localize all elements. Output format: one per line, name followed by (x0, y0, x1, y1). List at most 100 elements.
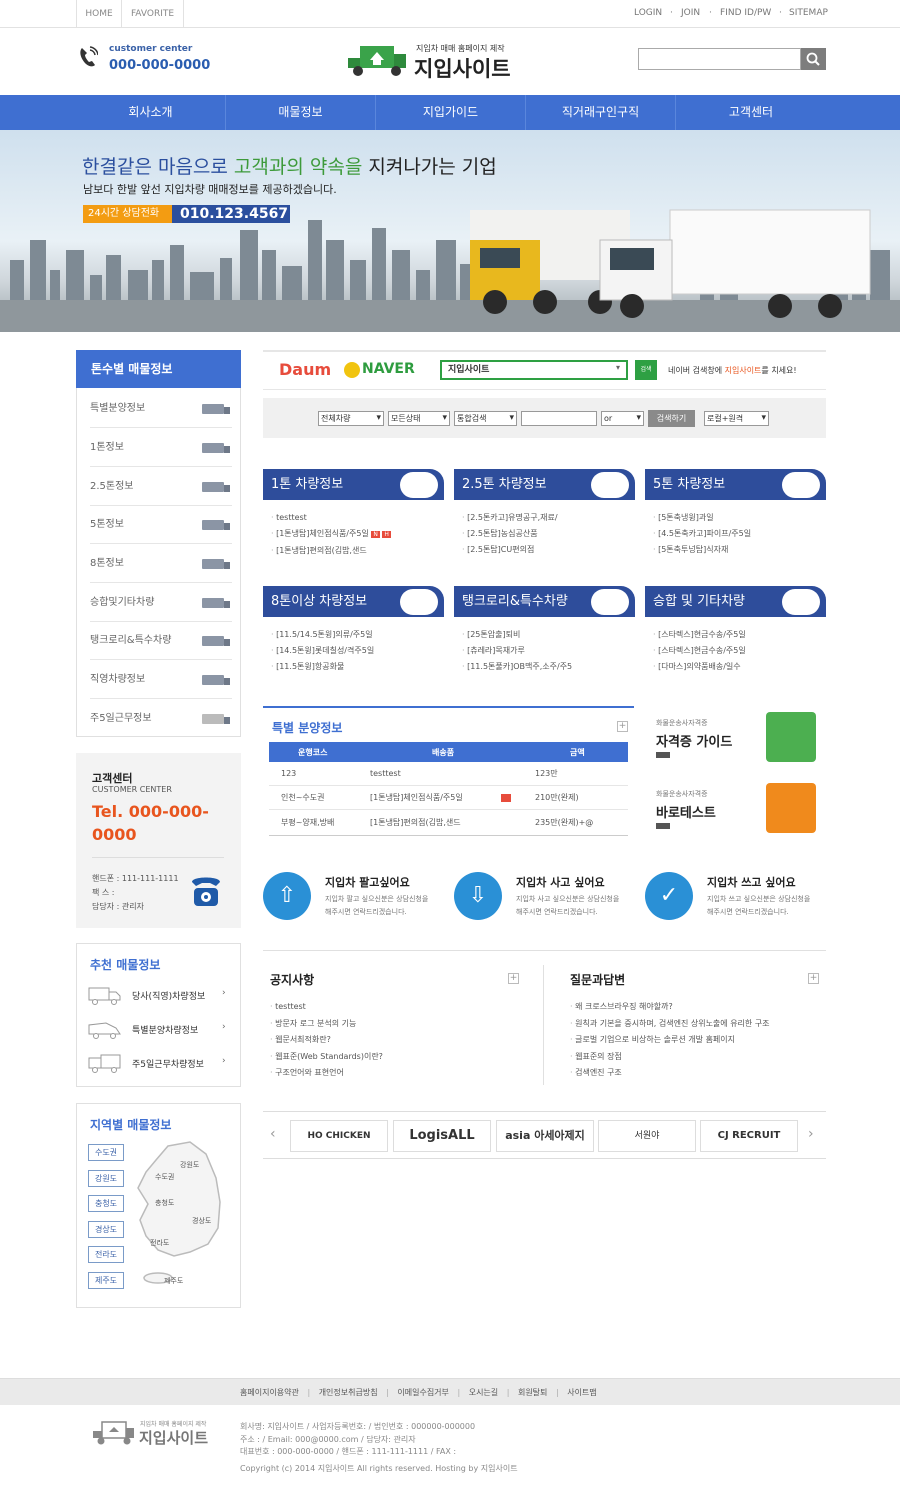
naver-search-input[interactable]: 지입사이트 (440, 360, 628, 380)
join-link[interactable]: JOIN (681, 8, 700, 18)
logo-truck-icon[interactable] (346, 42, 410, 78)
panel-link[interactable]: [츄레라]목재가루 (462, 643, 635, 659)
panel-link[interactable]: [2.5톤탑]CU편의점 (462, 542, 635, 558)
panel-header[interactable]: 탱크로리&특수차량 (454, 586, 635, 617)
footer-link[interactable]: 사이트맵 (567, 1388, 596, 1397)
nav-customer[interactable]: 고객센터 (676, 95, 826, 130)
home-link[interactable]: HOME (76, 0, 122, 28)
ton-item-2-5t[interactable]: 2.5톤정보 (90, 468, 232, 506)
ton-item-direct[interactable]: 직영차량정보 (90, 661, 232, 699)
region-button-jeolla[interactable]: 전라도 (88, 1246, 124, 1263)
ton-item-8t[interactable]: 8톤정보 (90, 545, 232, 583)
logo-title[interactable]: 지입사이트 (414, 53, 511, 83)
region-button-gangwon[interactable]: 강원도 (88, 1170, 124, 1187)
footer-link[interactable]: 오시는길 (469, 1388, 498, 1397)
panel-link[interactable]: [스타렉스]현금수송/주5일 (653, 627, 826, 643)
search-input[interactable] (638, 48, 801, 70)
list-item[interactable]: 검색엔진 구조 (570, 1065, 770, 1082)
filter-keyword-input[interactable] (521, 411, 597, 426)
panel-link[interactable]: [1톤냉탑]편의점(김밥,샌드 (271, 543, 444, 559)
panel-link[interactable]: [5톤축냉윙]과일 (653, 510, 826, 526)
partner-logo[interactable]: LogisALL (393, 1120, 491, 1152)
footer-link[interactable]: 이메일수집거부 (397, 1388, 449, 1397)
list-item[interactable]: 웹표준의 장점 (570, 1049, 770, 1066)
chevron-left-icon[interactable]: ‹ (270, 1126, 276, 1142)
partner-logo[interactable]: 서원야 (598, 1120, 696, 1152)
panel-link[interactable]: [스타렉스]현금수송/주5일 (653, 643, 826, 659)
special-title[interactable]: 특별 분양정보 (272, 719, 342, 736)
scope-select[interactable]: 로컬+원격 (704, 411, 769, 426)
naver-search-button[interactable]: 검색 (635, 360, 657, 380)
list-item[interactable]: 글로벌 기업으로 비상하는 솔루션 개발 홈페이지 (570, 1032, 770, 1049)
more-plus-icon[interactable]: + (617, 721, 628, 732)
panel-link[interactable]: [11.5/14.5톤윙]의류/주5일 (271, 627, 444, 643)
panel-link[interactable]: [5톤축투넝탑]식자재 (653, 542, 826, 558)
ton-item-1t[interactable]: 1톤정보 (90, 429, 232, 467)
partner-logo[interactable]: asia 아세아제지 (496, 1120, 594, 1152)
panel-header[interactable]: 1톤 차량정보 (263, 469, 444, 500)
partner-logo[interactable]: CJ RECRUIT (700, 1120, 798, 1152)
favorite-link[interactable]: FAVORITE (122, 0, 184, 28)
region-button-chungcheong[interactable]: 충청도 (88, 1195, 124, 1212)
chevron-right-icon[interactable]: › (808, 1126, 814, 1142)
nav-company[interactable]: 회사소개 (76, 95, 226, 130)
more-plus-icon[interactable]: + (808, 973, 819, 984)
more-plus-icon[interactable]: + (508, 973, 519, 984)
list-item[interactable]: 구조언어와 표현언어 (270, 1065, 383, 1082)
footer-link[interactable]: 회원탈퇴 (518, 1388, 547, 1397)
qna-title[interactable]: 질문과답변 (570, 971, 625, 988)
region-button-capital[interactable]: 수도권 (88, 1144, 124, 1161)
list-item[interactable]: 웹표준(Web Standards)이란? (270, 1049, 383, 1066)
operator-select[interactable]: or (601, 411, 644, 426)
recommend-item-special[interactable]: 특별분양차량정보 › (88, 1019, 230, 1039)
recommend-item-direct[interactable]: 당사(직영)차량정보 › (88, 985, 230, 1005)
partner-logo[interactable]: HO CHICKEN (290, 1120, 388, 1152)
guide-license[interactable]: 화물운송사자격증 자격증 가이드 (656, 712, 826, 768)
search-type-select[interactable]: 통합검색 (454, 411, 517, 426)
panel-header[interactable]: 2.5톤 차량정보 (454, 469, 635, 500)
login-link[interactable]: LOGIN (634, 8, 662, 18)
notice-title[interactable]: 공지사항 (270, 971, 314, 988)
sitemap-link[interactable]: SITEMAP (789, 8, 828, 18)
nav-jobs[interactable]: 직거래구인구직 (526, 95, 676, 130)
ton-item-5day[interactable]: 주5일근무정보 (90, 700, 232, 738)
nav-guide[interactable]: 지입가이드 (376, 95, 526, 130)
vehicle-select[interactable]: 전체차량 (318, 411, 384, 426)
action-buy[interactable]: ⇩ 지입차 사고 싶어요 지입차 사고 싶으신분은 상담신청을 해주시면 연락드… (454, 872, 639, 924)
panel-header[interactable]: 승합 및 기타차량 (645, 586, 826, 617)
panel-link[interactable]: [2.5톤탑]농심공산품 (462, 526, 635, 542)
action-use[interactable]: ✓ 지입차 쓰고 싶어요 지입차 쓰고 싶으신분은 상담신청을 해주시면 연락드… (645, 872, 826, 924)
filter-search-button[interactable]: 검색하기 (648, 410, 695, 427)
guide-test[interactable]: 화물운송사자격증 바로테스트 (656, 783, 826, 839)
recommend-item-5day[interactable]: 주5일근무차량정보 › (88, 1053, 230, 1073)
ton-item-tank[interactable]: 탱크로리&특수차량 (90, 622, 232, 660)
footer-link[interactable]: 개인정보취급방침 (319, 1388, 378, 1397)
list-item[interactable]: 방문자 로그 분석의 기능 (270, 1016, 383, 1033)
list-item[interactable]: 원칙과 기본을 중시하며, 검색엔진 상위노출에 유리한 구조 (570, 1016, 769, 1033)
table-row[interactable]: 인천~수도권 [1톤냉탑]체인점식품/주5일 210만(완제) (269, 786, 628, 810)
action-sell[interactable]: ⇧ 지입차 팔고싶어요 지입차 팔고 싶으신분은 상담신청을 해주시면 연락드리… (263, 872, 448, 924)
panel-link[interactable]: [1톤냉탑]체인점식품/주5일 N H (271, 526, 444, 543)
panel-link[interactable]: [다마스]의약품배송/일수 (653, 659, 826, 675)
panel-link[interactable]: [14.5톤윙]롯데칠성/격주5일 (271, 643, 444, 659)
table-row[interactable]: 123 testtest 123만 (269, 762, 628, 786)
korea-map[interactable] (128, 1140, 228, 1290)
table-row[interactable]: 부평~양재,방배 [1톤냉탑]편의점(김밥,샌드 235만(완제)+@ (269, 810, 628, 836)
ton-item-special[interactable]: 특별분양정보 (90, 390, 232, 428)
region-button-jeju[interactable]: 제주도 (88, 1272, 124, 1289)
panel-link[interactable]: [25톤압출]퇴비 (462, 627, 635, 643)
find-id-link[interactable]: FIND ID/PW (720, 8, 771, 18)
region-button-gyeongsang[interactable]: 경상도 (88, 1221, 124, 1238)
panel-link[interactable]: testtest (271, 510, 444, 526)
search-button[interactable] (801, 48, 826, 70)
panel-link[interactable]: [4.5톤축카고]파이프/주5일 (653, 526, 826, 542)
panel-link[interactable]: [11.5톤윙]항공화물 (271, 659, 444, 675)
list-item[interactable]: testtest (270, 999, 383, 1016)
status-select[interactable]: 모든상태 (388, 411, 450, 426)
panel-header[interactable]: 8톤이상 차량정보 (263, 586, 444, 617)
panel-header[interactable]: 5톤 차량정보 (645, 469, 826, 500)
nav-listings[interactable]: 매물정보 (226, 95, 376, 130)
ton-item-5t[interactable]: 5톤정보 (90, 506, 232, 544)
list-item[interactable]: 왜 크로스브라우징 해야할까? (570, 999, 770, 1016)
panel-link[interactable]: [2.5톤카고]유명공구,재료/ (462, 510, 635, 526)
